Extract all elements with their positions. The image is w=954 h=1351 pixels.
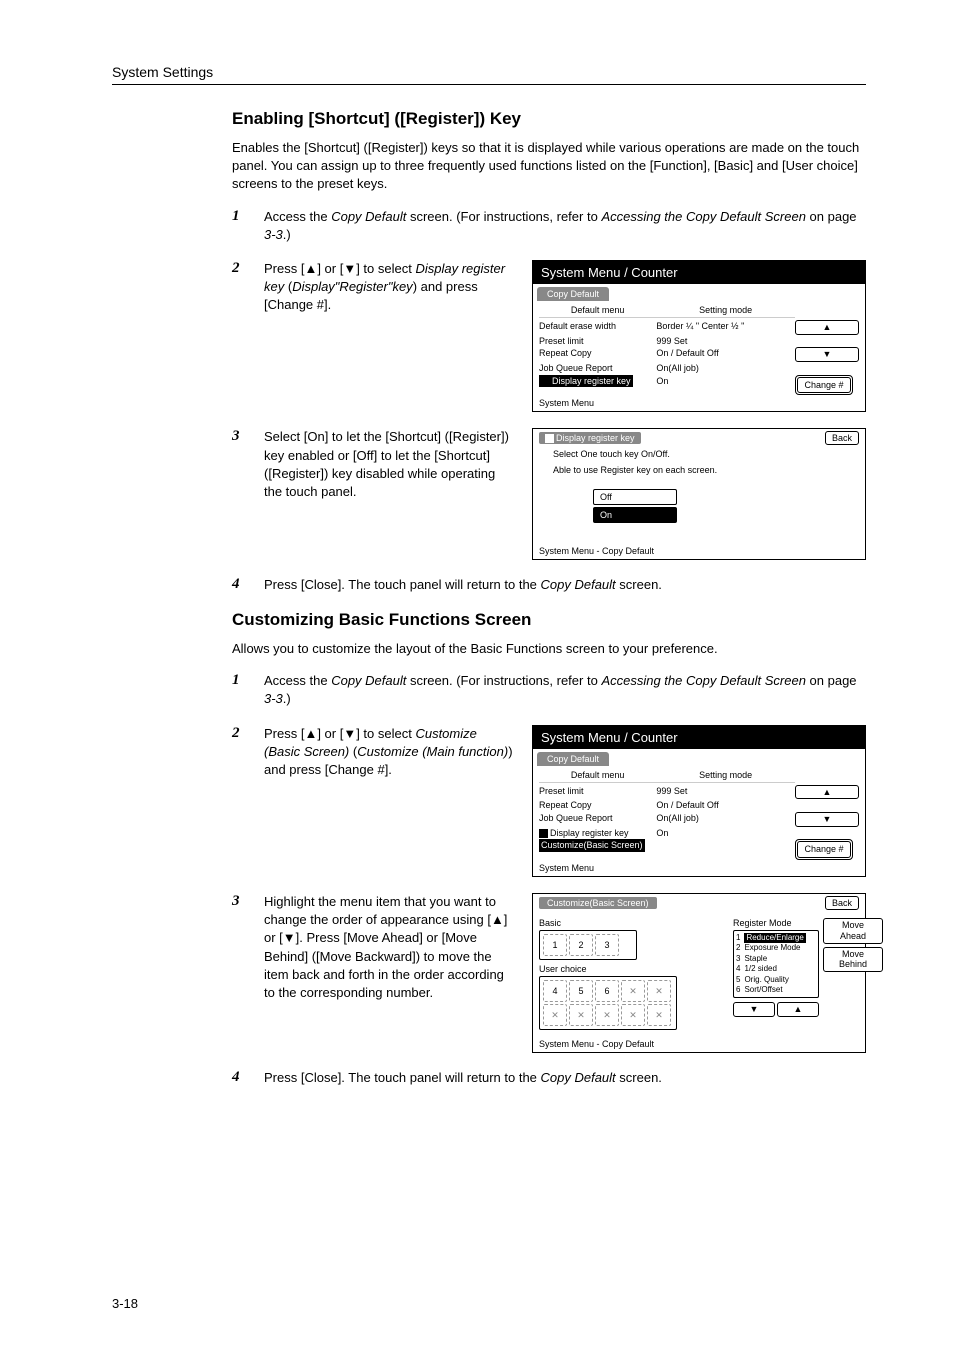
step-number: 3 — [232, 893, 264, 910]
section-heading-1: Enabling [Shortcut] ([Register]) Key — [232, 109, 866, 129]
move-behind-button[interactable]: Move Behind — [823, 947, 883, 973]
panel-title: System Menu / Counter — [533, 261, 865, 284]
row: Job Queue Report — [539, 362, 656, 375]
step-text: Press [Close]. The touch panel will retu… — [264, 576, 866, 594]
panel-message: Able to use Register key on each screen. — [533, 463, 865, 479]
panel-system-menu-1: System Menu / Counter Copy Default Defau… — [532, 260, 866, 412]
row: Repeat Copy — [539, 347, 656, 362]
page-number: 3-18 — [112, 1296, 138, 1311]
section-heading-2: Customizing Basic Functions Screen — [232, 610, 866, 630]
row: Default erase width — [539, 320, 656, 335]
panel-title: Display register key — [539, 432, 641, 444]
step-number: 3 — [232, 428, 264, 445]
step-text: Select [On] to let the [Shortcut] ([Regi… — [264, 428, 514, 501]
row: 999 Set — [656, 785, 795, 800]
step-text: Press [▲] or [▼] to select Display regis… — [264, 260, 514, 315]
header-rule — [112, 84, 866, 85]
row — [656, 839, 795, 860]
panel-footer: System Menu - Copy Default — [533, 1036, 865, 1052]
step-number: 2 — [232, 725, 264, 742]
change-button[interactable]: Change # — [795, 375, 853, 396]
row: Display register key — [550, 828, 629, 838]
panel-title: System Menu / Counter — [533, 726, 865, 749]
step-number: 2 — [232, 260, 264, 277]
panel-register-key: Display register key Back Select One tou… — [532, 428, 866, 560]
step-number: 1 — [232, 208, 264, 225]
option-off[interactable]: Off — [593, 489, 677, 505]
panel-system-menu-2: System Menu / Counter Copy Default Defau… — [532, 725, 866, 877]
row: On — [656, 827, 795, 840]
row: On / Default Off — [656, 799, 795, 812]
step-text: Access the Copy Default screen. (For ins… — [264, 672, 866, 708]
col-header: Default menu — [539, 305, 656, 318]
row-selected: Display register key — [552, 376, 631, 386]
row: On(All job) — [656, 812, 795, 827]
panel-footer: System Menu - Copy Default — [533, 543, 865, 559]
step-number: 4 — [232, 1069, 264, 1086]
row: Repeat Copy — [539, 799, 656, 812]
down-button[interactable]: ▼ — [795, 347, 859, 362]
panel-customize-basic: Customize(Basic Screen) Back Basic 123 U… — [532, 893, 866, 1053]
up-button[interactable]: ▲ — [795, 320, 859, 335]
step-text: Access the Copy Default screen. (For ins… — [264, 208, 866, 244]
step-number: 1 — [232, 672, 264, 689]
panel-message: Select One touch key On/Off. — [533, 447, 865, 463]
step-number: 4 — [232, 576, 264, 593]
down-button[interactable]: ▼ — [733, 1002, 775, 1017]
up-button[interactable]: ▲ — [795, 785, 859, 800]
col-header: Setting mode — [656, 305, 795, 318]
row: Border ¼ " Center ½ " — [656, 320, 795, 335]
row: On — [656, 375, 795, 396]
intro-paragraph-1: Enables the [Shortcut] ([Register]) keys… — [232, 139, 866, 194]
row-selected: Customize(Basic Screen) — [539, 839, 645, 852]
row: On / Default Off — [656, 347, 795, 362]
down-button[interactable]: ▼ — [795, 812, 859, 827]
row: Preset limit — [539, 335, 656, 348]
back-button[interactable]: Back — [825, 896, 859, 910]
label: Basic — [539, 918, 733, 928]
panel-tab: Copy Default — [537, 752, 609, 766]
up-button[interactable]: ▲ — [777, 1002, 819, 1017]
col-header: Default menu — [539, 770, 656, 783]
row: On(All job) — [656, 362, 795, 375]
row: Job Queue Report — [539, 812, 656, 827]
register-mode-list: 1Reduce/Enlarge 2Exposure Mode 3Staple 4… — [733, 930, 819, 998]
col-header: Setting mode — [656, 770, 795, 783]
option-on[interactable]: On — [593, 507, 677, 523]
panel-footer: System Menu — [533, 395, 865, 411]
panel-tab: Copy Default — [537, 287, 609, 301]
move-ahead-button[interactable]: Move Ahead — [823, 918, 883, 944]
intro-paragraph-2: Allows you to customize the layout of th… — [232, 640, 866, 658]
step-text: Press [Close]. The touch panel will retu… — [264, 1069, 866, 1087]
chapter-header: System Settings — [112, 64, 866, 80]
panel-title: Customize(Basic Screen) — [539, 897, 657, 909]
row: 999 Set — [656, 335, 795, 348]
step-text: Highlight the menu item that you want to… — [264, 893, 514, 1002]
label: Register Mode — [733, 918, 819, 928]
row: Preset limit — [539, 785, 656, 800]
label: User choice — [539, 964, 733, 974]
panel-footer: System Menu — [533, 860, 865, 876]
back-button[interactable]: Back — [825, 431, 859, 445]
change-button[interactable]: Change # — [795, 839, 853, 860]
step-text: Press [▲] or [▼] to select Customize (Ba… — [264, 725, 514, 780]
